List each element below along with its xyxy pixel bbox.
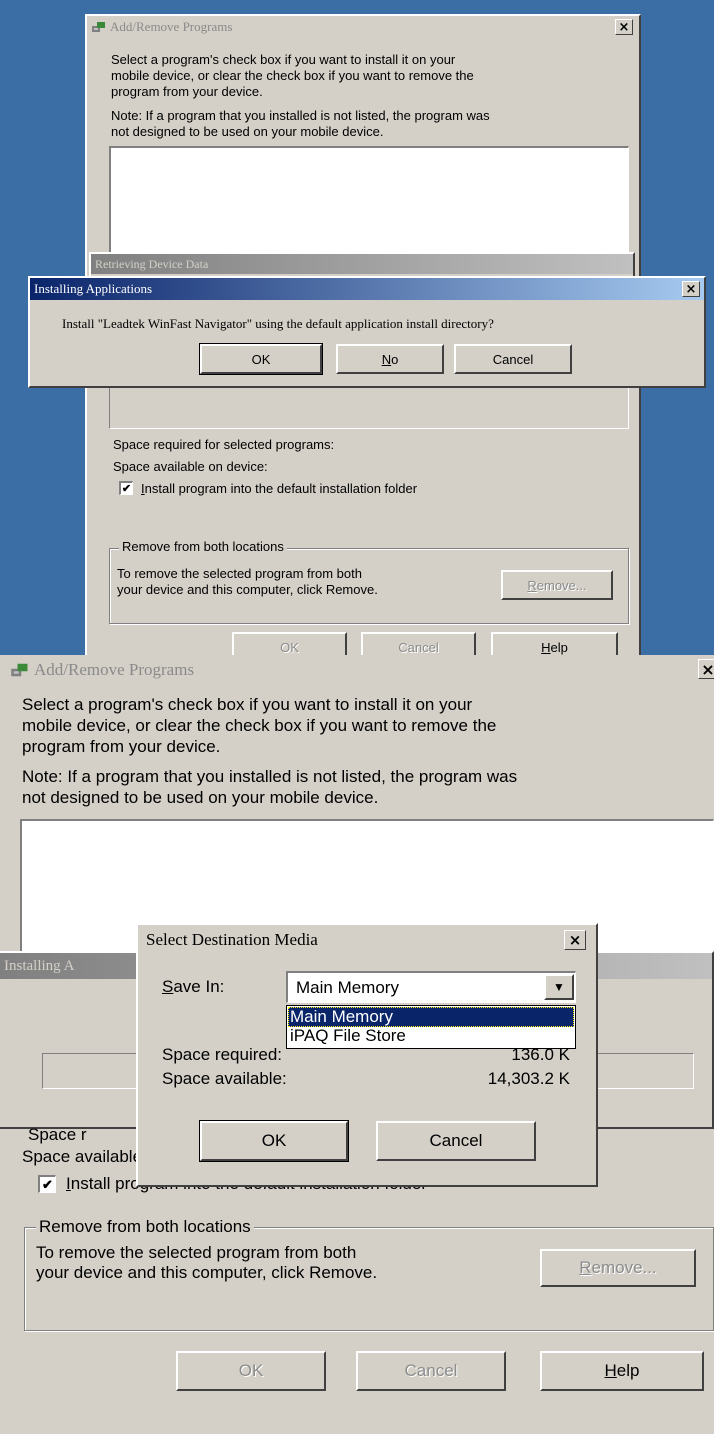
close-icon: × bbox=[568, 931, 582, 949]
installing-title: Installing A bbox=[4, 957, 75, 974]
remove-text-line-1: To remove the selected program from both bbox=[117, 566, 362, 581]
install-dialog-title-bar[interactable]: Installing Applications × bbox=[30, 278, 704, 300]
instruction-line-2: mobile device, or clear the check box if… bbox=[111, 68, 474, 83]
option-main-memory[interactable]: Main Memory bbox=[288, 1007, 574, 1027]
install-default-checkbox[interactable]: ✔ bbox=[119, 481, 133, 495]
install-no-button[interactable]: No bbox=[336, 344, 444, 374]
remove-button[interactable]: Remove... bbox=[540, 1249, 696, 1287]
remove-text-line-2: your device and this computer, click Rem… bbox=[117, 582, 378, 597]
save-in-combobox[interactable]: Main Memory ▼ bbox=[286, 971, 576, 1003]
programs-icon bbox=[10, 661, 30, 679]
dest-dialog-title-bar[interactable]: Select Destination Media × bbox=[138, 925, 596, 955]
select-destination-dialog: Select Destination Media × Save In: Main… bbox=[136, 923, 598, 1187]
install-cancel-button[interactable]: Cancel bbox=[454, 344, 572, 374]
help-button[interactable]: Help bbox=[540, 1351, 704, 1391]
close-icon: × bbox=[701, 659, 714, 679]
install-default-label[interactable]: Install program into the default install… bbox=[141, 481, 417, 496]
dest-ok-button[interactable]: OK bbox=[199, 1120, 349, 1162]
install-dialog-close-button[interactable]: × bbox=[682, 281, 700, 297]
dest-space-available-label: Space available: bbox=[162, 1069, 287, 1088]
option-ipaq-file-store[interactable]: iPAQ File Store bbox=[288, 1027, 574, 1047]
instruction-line-1: Select a program's check box if you want… bbox=[111, 52, 456, 67]
top-screenshot: Add/Remove Programs × Select a program's… bbox=[0, 0, 714, 664]
install-default-checkbox[interactable]: ✔ bbox=[38, 1175, 56, 1193]
window-title: Add/Remove Programs bbox=[34, 660, 195, 679]
remove-group-title: Remove from both locations bbox=[36, 1217, 254, 1237]
remove-group-title: Remove from both locations bbox=[119, 539, 287, 554]
chevron-down-icon: ▼ bbox=[553, 980, 565, 994]
dest-space-available-value: 14,303.2 K bbox=[487, 1069, 570, 1088]
bottom-title-bar[interactable]: Add/Remove Programs × bbox=[0, 655, 714, 685]
title-bar[interactable]: Add/Remove Programs × bbox=[87, 16, 639, 38]
install-ok-button[interactable]: OK bbox=[199, 343, 323, 375]
close-icon: × bbox=[685, 281, 697, 297]
instruction-line-3: program from your device. bbox=[22, 737, 221, 756]
programs-icon bbox=[91, 20, 107, 34]
dest-space-required-label: Space required: bbox=[162, 1045, 283, 1064]
dest-dialog-close-button[interactable]: × bbox=[564, 930, 586, 950]
close-icon: × bbox=[618, 19, 630, 35]
space-available-label: Space available on device: bbox=[113, 459, 268, 474]
installing-applications-dialog: Installing Applications × Install "Leadt… bbox=[28, 276, 706, 388]
instruction-line-1: Select a program's check box if you want… bbox=[22, 695, 473, 714]
remove-text-line-2: your device and this computer, click Rem… bbox=[36, 1263, 378, 1282]
retrieving-title-bar[interactable]: Retrieving Device Data bbox=[91, 254, 633, 274]
space-required-label: Space required for selected programs: bbox=[113, 437, 335, 452]
remove-text-line-1: To remove the selected program from both bbox=[36, 1243, 357, 1262]
install-dialog-title: Installing Applications bbox=[34, 281, 153, 296]
bottom-screenshot: Add/Remove Programs × Select a program's… bbox=[0, 655, 714, 1434]
note-line-2: not designed to be used on your mobile d… bbox=[22, 788, 379, 807]
remove-button[interactable]: Remove... bbox=[501, 570, 613, 600]
install-question: Install "Leadtek WinFast Navigator" usin… bbox=[62, 316, 494, 331]
instruction-line-2: mobile device, or clear the check box if… bbox=[22, 716, 497, 735]
checkmark-icon: ✔ bbox=[42, 1176, 53, 1192]
space-required-label: Space r bbox=[28, 1125, 87, 1144]
close-button[interactable]: × bbox=[615, 19, 633, 35]
close-button[interactable]: × bbox=[698, 659, 714, 679]
note-line-2: not designed to be used on your mobile d… bbox=[111, 124, 384, 139]
dest-cancel-button[interactable]: Cancel bbox=[376, 1121, 536, 1161]
dropdown-button[interactable]: ▼ bbox=[544, 974, 574, 1000]
note-line-1: Note: If a program that you installed is… bbox=[22, 767, 518, 786]
save-in-selected-value: Main Memory bbox=[296, 978, 399, 997]
note-line-1: Note: If a program that you installed is… bbox=[111, 108, 490, 123]
save-in-dropdown-list[interactable]: Main Memory iPAQ File Store bbox=[286, 1005, 576, 1049]
save-in-label: Save In: bbox=[162, 977, 225, 996]
cancel-button[interactable]: Cancel bbox=[356, 1351, 506, 1391]
window-title: Add/Remove Programs bbox=[110, 19, 233, 34]
retrieving-title: Retrieving Device Data bbox=[95, 256, 209, 271]
dest-dialog-title: Select Destination Media bbox=[146, 930, 318, 949]
ok-button[interactable]: OK bbox=[176, 1351, 326, 1391]
program-list[interactable] bbox=[109, 146, 629, 256]
checkmark-icon: ✔ bbox=[121, 483, 132, 495]
instruction-line-3: program from your device. bbox=[111, 84, 263, 99]
